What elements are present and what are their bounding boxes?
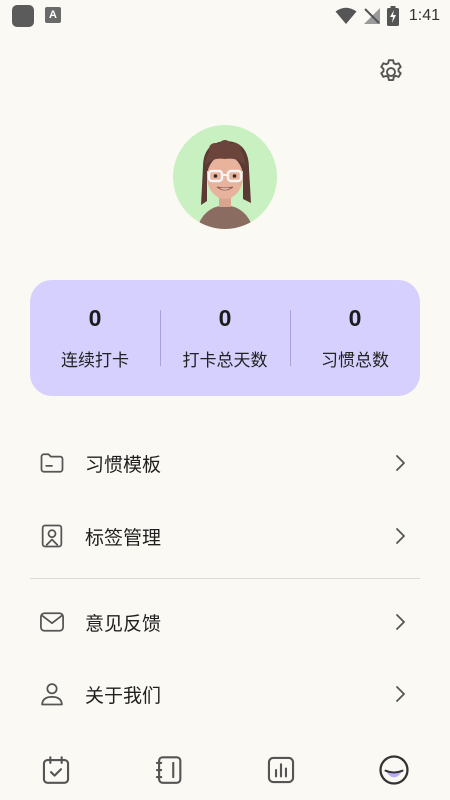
nav-tab-checkin[interactable] [36,750,76,790]
stat-label: 习惯总数 [321,351,389,371]
gear-icon [380,59,402,81]
stat-total-habits: 0 习惯总数 [290,280,420,396]
keyboard-a-icon: A [45,7,61,23]
menu-item-feedback[interactable]: 意见反馈 [30,592,420,652]
chart-icon [268,756,295,784]
tag-portrait-icon [37,521,67,551]
stats-card: 0 连续打卡 0 打卡总天数 0 习惯总数 [30,280,420,396]
settings-button[interactable] [374,55,408,89]
bottom-nav [0,740,450,800]
stat-total-days: 0 打卡总天数 [160,280,290,396]
no-signal-icon [363,8,380,24]
stat-label: 连续打卡 [61,351,129,371]
chevron-right-icon [390,526,410,546]
menu-item-habit-templates[interactable]: 习惯模板 [30,433,420,493]
menu-label: 关于我们 [85,684,162,707]
menu-label: 意见反馈 [85,612,162,635]
menu-divider [30,578,420,579]
stat-value: 0 [88,305,102,331]
chevron-right-icon [390,453,410,473]
menu-label: 标签管理 [85,526,162,549]
profile-face-icon [379,755,409,785]
calendar-check-icon [43,756,70,784]
chevron-right-icon [390,684,410,704]
menu-item-about-us[interactable]: 关于我们 [30,664,420,724]
user-icon [37,679,67,709]
nav-tab-statistics[interactable] [261,750,301,790]
stat-streak: 0 连续打卡 [30,280,160,396]
battery-charging-icon [386,6,399,26]
stat-label: 打卡总天数 [182,351,268,371]
stat-value: 0 [218,305,232,331]
chevron-right-icon [390,612,410,632]
wifi-icon [335,7,357,24]
app-notification-icon [12,5,34,27]
status-bar: A 1:41 [0,0,450,32]
avatar[interactable] [173,125,277,229]
folder-icon [37,448,67,478]
menu-label: 习惯模板 [85,453,162,476]
notebook-icon [155,756,182,784]
nav-tab-profile[interactable] [374,750,414,790]
nav-tab-notebook[interactable] [149,750,189,790]
avatar-illustration [197,140,253,229]
menu-item-tag-management[interactable]: 标签管理 [30,506,420,566]
status-time: 1:41 [408,7,440,24]
mail-icon [37,607,67,637]
stat-value: 0 [348,305,362,331]
